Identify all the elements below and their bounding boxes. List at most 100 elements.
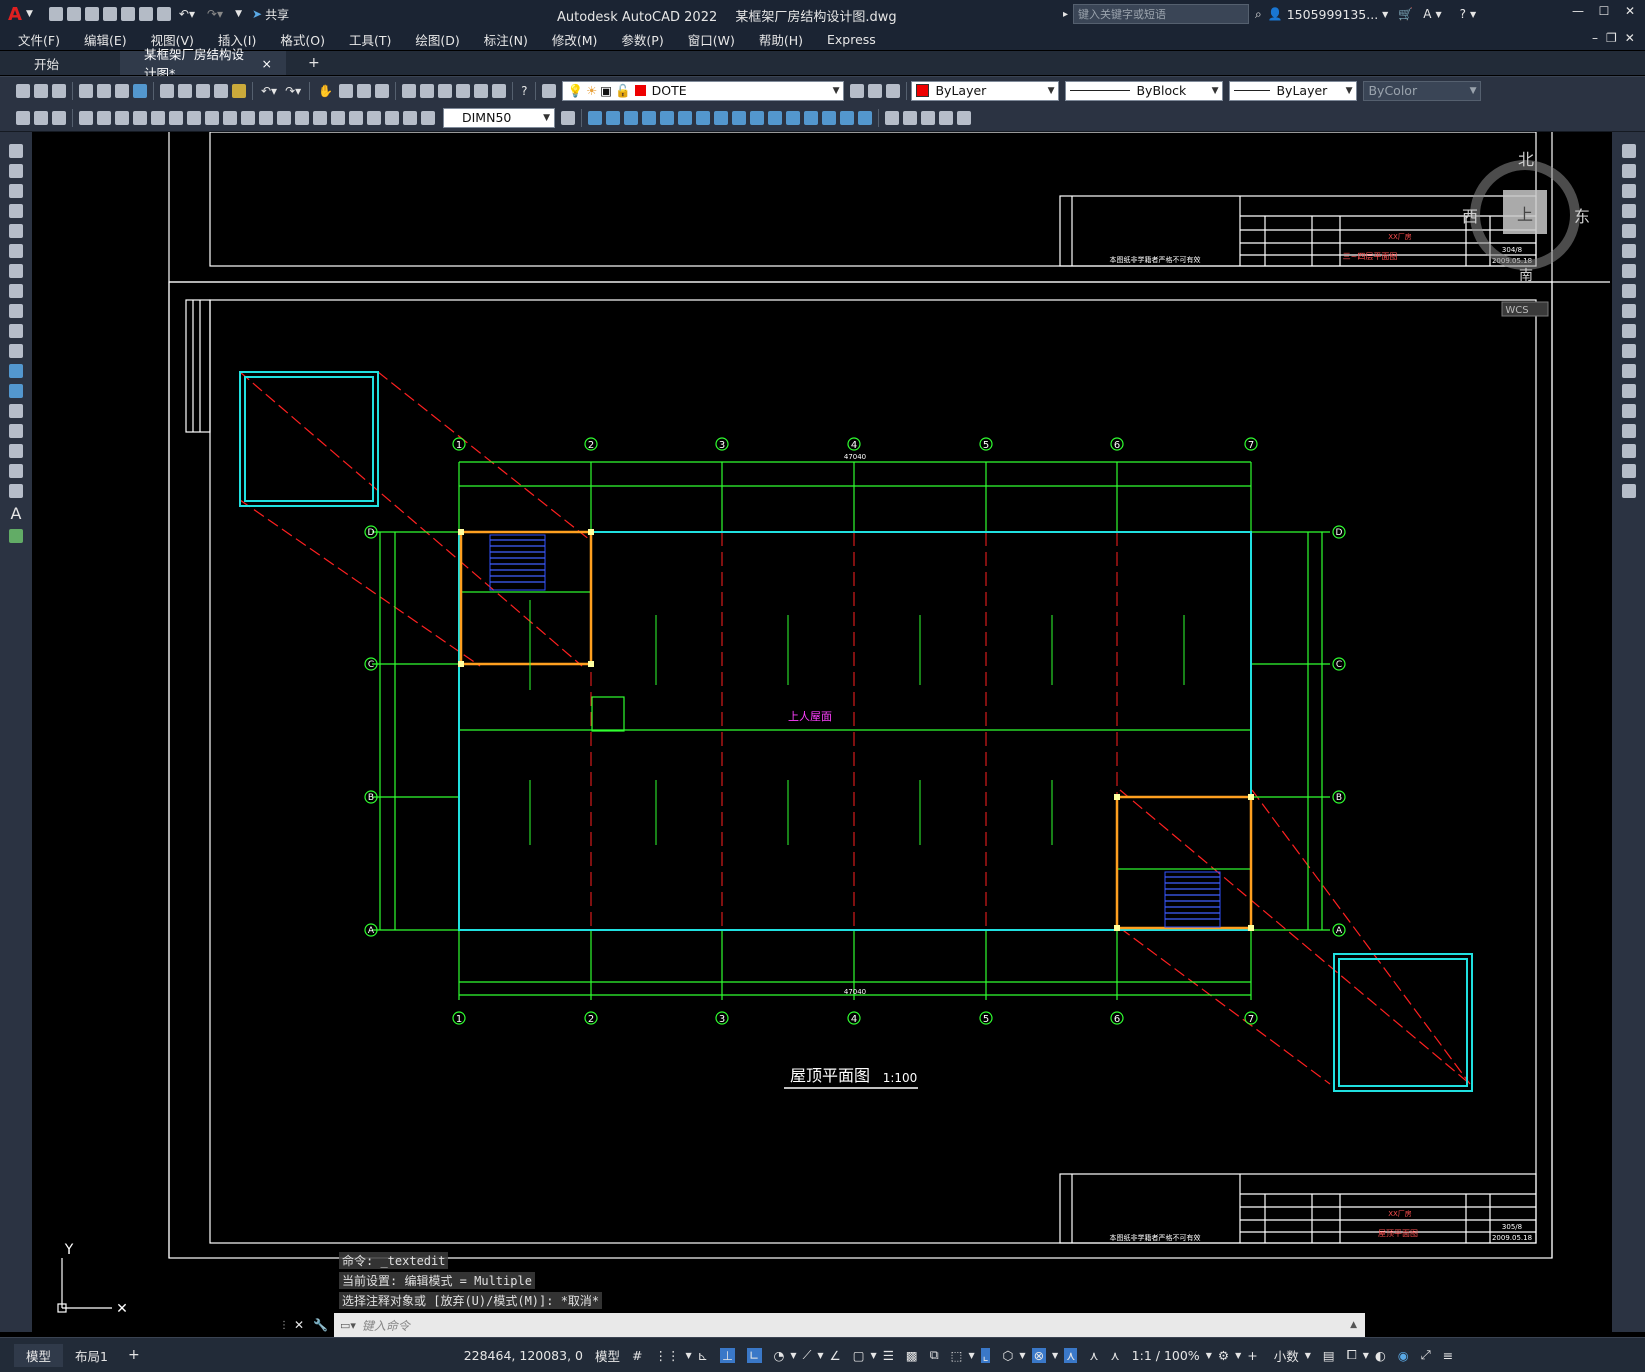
auto-scale-icon[interactable]: ⋏ [1089, 1348, 1098, 1363]
cart-icon[interactable]: 🛒 [1398, 7, 1413, 21]
gizmo-arrow-icon[interactable]: ▼ [1052, 1351, 1058, 1360]
app-menu-arrow-icon[interactable]: ▼ [26, 9, 33, 19]
zoom-previous-icon[interactable] [375, 83, 390, 98]
open-file-icon[interactable] [66, 7, 81, 21]
lock-ui-icon[interactable]: ⧠ [1347, 1347, 1357, 1363]
viewcube-north[interactable]: 北 [1518, 150, 1534, 169]
erase-icon[interactable] [588, 110, 602, 125]
blend-right-icon[interactable] [1621, 464, 1636, 478]
dim-ordinate-icon[interactable] [133, 110, 147, 125]
help-tb-icon[interactable]: ? [521, 84, 527, 98]
customization-icon[interactable]: ≡ [1443, 1348, 1453, 1363]
annotation-visibility-icon[interactable]: ⋏ [1064, 1347, 1078, 1363]
maximize-icon[interactable]: ☐ [1591, 4, 1617, 18]
line-icon[interactable] [9, 144, 23, 158]
viewcube-east[interactable]: 东 [1574, 207, 1590, 226]
mirror-right-icon[interactable] [1621, 184, 1636, 198]
copy-obj-icon[interactable] [606, 110, 620, 125]
plotstyle-dropdown[interactable]: ByColor ▼ [1363, 80, 1482, 101]
new-tab-button[interactable]: + [308, 55, 320, 71]
osnap-arrow-icon[interactable]: ▼ [871, 1351, 877, 1360]
dim-aligned-icon[interactable] [97, 110, 111, 125]
command-prompt-icon[interactable]: ▭▾ [340, 1319, 356, 1332]
save-icon[interactable] [84, 7, 99, 21]
redo-tb-icon[interactable]: ↷▾ [285, 84, 301, 98]
tab-close-icon[interactable]: × [262, 56, 272, 71]
model-tab[interactable]: 模型 [14, 1343, 64, 1367]
command-close-icon[interactable]: ✕ [294, 1318, 304, 1332]
save-as-icon[interactable] [102, 7, 117, 21]
open-web-icon[interactable] [120, 7, 135, 21]
menu-parametric[interactable]: 参数(P) [621, 30, 663, 49]
isodraft-arrow-icon[interactable]: ▼ [817, 1351, 823, 1360]
break-icon[interactable] [786, 110, 800, 125]
ellipse-icon[interactable] [9, 324, 23, 338]
object-snap-icon[interactable]: ▢ [853, 1348, 865, 1363]
array-right-icon[interactable] [1621, 224, 1636, 238]
arc-icon[interactable] [9, 244, 23, 258]
dim-break-icon[interactable] [295, 110, 309, 125]
add-layout-button[interactable]: + [120, 1345, 148, 1365]
units-value[interactable]: 小数 [1274, 1346, 1299, 1365]
hatch-draw-icon[interactable] [9, 424, 23, 438]
hardware-accel-icon[interactable]: ◉ [1398, 1348, 1409, 1363]
tab-start[interactable]: 开始 [0, 51, 120, 75]
construction-line-icon[interactable] [9, 164, 23, 178]
command-line[interactable]: ▭▾ 键入命令 ▲ [334, 1313, 1365, 1337]
dynamic-ucs-icon[interactable]: ⌞ [980, 1347, 991, 1363]
region-icon[interactable] [9, 464, 23, 478]
mirror-icon[interactable] [624, 110, 638, 125]
save-tb-icon[interactable] [52, 83, 66, 98]
extend-icon[interactable] [768, 110, 782, 125]
mtext-icon[interactable]: A [11, 504, 22, 523]
model-space-button[interactable]: 模型 [595, 1346, 620, 1365]
filter-arrow-icon[interactable]: ▼ [1019, 1351, 1025, 1360]
save-web-icon[interactable] [138, 7, 153, 21]
block-icon[interactable] [9, 384, 23, 398]
explode-icon[interactable] [858, 110, 872, 125]
annotation-scale-value[interactable]: 1:1 / 100% [1132, 1348, 1200, 1363]
tolerance-icon[interactable] [313, 110, 327, 125]
trim-right-icon[interactable] [1621, 324, 1636, 338]
help-icon[interactable]: ? [1460, 7, 1466, 21]
zoom-window-icon[interactable] [357, 83, 372, 98]
redo-icon[interactable]: ↷▾ [207, 7, 223, 21]
user-icon[interactable]: 👤 [1268, 7, 1283, 21]
dynamic-input-icon[interactable]: ⊥ [720, 1347, 736, 1363]
make-block-icon[interactable] [921, 110, 935, 125]
chamfer-right-icon[interactable] [1621, 424, 1636, 438]
wcs-label[interactable]: WCS [1505, 305, 1528, 316]
point-draw-icon[interactable] [9, 404, 23, 418]
selection-filter-icon[interactable]: ⬡ [1002, 1348, 1013, 1363]
array-icon[interactable] [660, 110, 674, 125]
app-arrow-icon[interactable]: ▼ [1436, 10, 1442, 19]
command-input[interactable]: 键入命令 [362, 1317, 410, 1334]
menu-help[interactable]: 帮助(H) [759, 30, 803, 49]
menu-draw[interactable]: 绘图(D) [415, 30, 459, 49]
print-icon[interactable] [79, 83, 93, 98]
break-point-icon[interactable] [1621, 364, 1636, 378]
print-preview-icon[interactable] [97, 83, 111, 98]
table-icon[interactable] [9, 484, 23, 498]
erase-right-icon[interactable] [1621, 144, 1636, 158]
menu-window[interactable]: 窗口(W) [688, 30, 735, 49]
menu-format[interactable]: 格式(O) [280, 30, 325, 49]
layer-properties-icon[interactable] [542, 83, 557, 98]
dim-jogged-icon[interactable] [169, 110, 183, 125]
offset-right-icon[interactable] [1621, 204, 1636, 218]
3d-osnap-arrow-icon[interactable]: ▼ [968, 1351, 974, 1360]
quick-properties-icon[interactable]: ▤ [1323, 1348, 1335, 1363]
command-grip-icon[interactable]: ⋮ [279, 1320, 289, 1331]
inspection-icon[interactable] [349, 110, 363, 125]
menu-file[interactable]: 文件(F) [18, 30, 60, 49]
ellipse-arc-icon[interactable] [9, 344, 23, 358]
dim-baseline-icon[interactable] [241, 110, 255, 125]
doc-close-icon[interactable]: ✕ [1625, 31, 1635, 45]
move-right-icon[interactable] [1621, 244, 1636, 258]
fillet-icon[interactable] [840, 110, 854, 125]
doc-restore-icon[interactable]: ❐ [1606, 31, 1617, 45]
layer-previous-icon[interactable] [868, 83, 883, 98]
join-right-icon[interactable] [1621, 404, 1636, 418]
offset-icon[interactable] [642, 110, 656, 125]
lineweight-icon[interactable]: ☰ [883, 1348, 894, 1363]
